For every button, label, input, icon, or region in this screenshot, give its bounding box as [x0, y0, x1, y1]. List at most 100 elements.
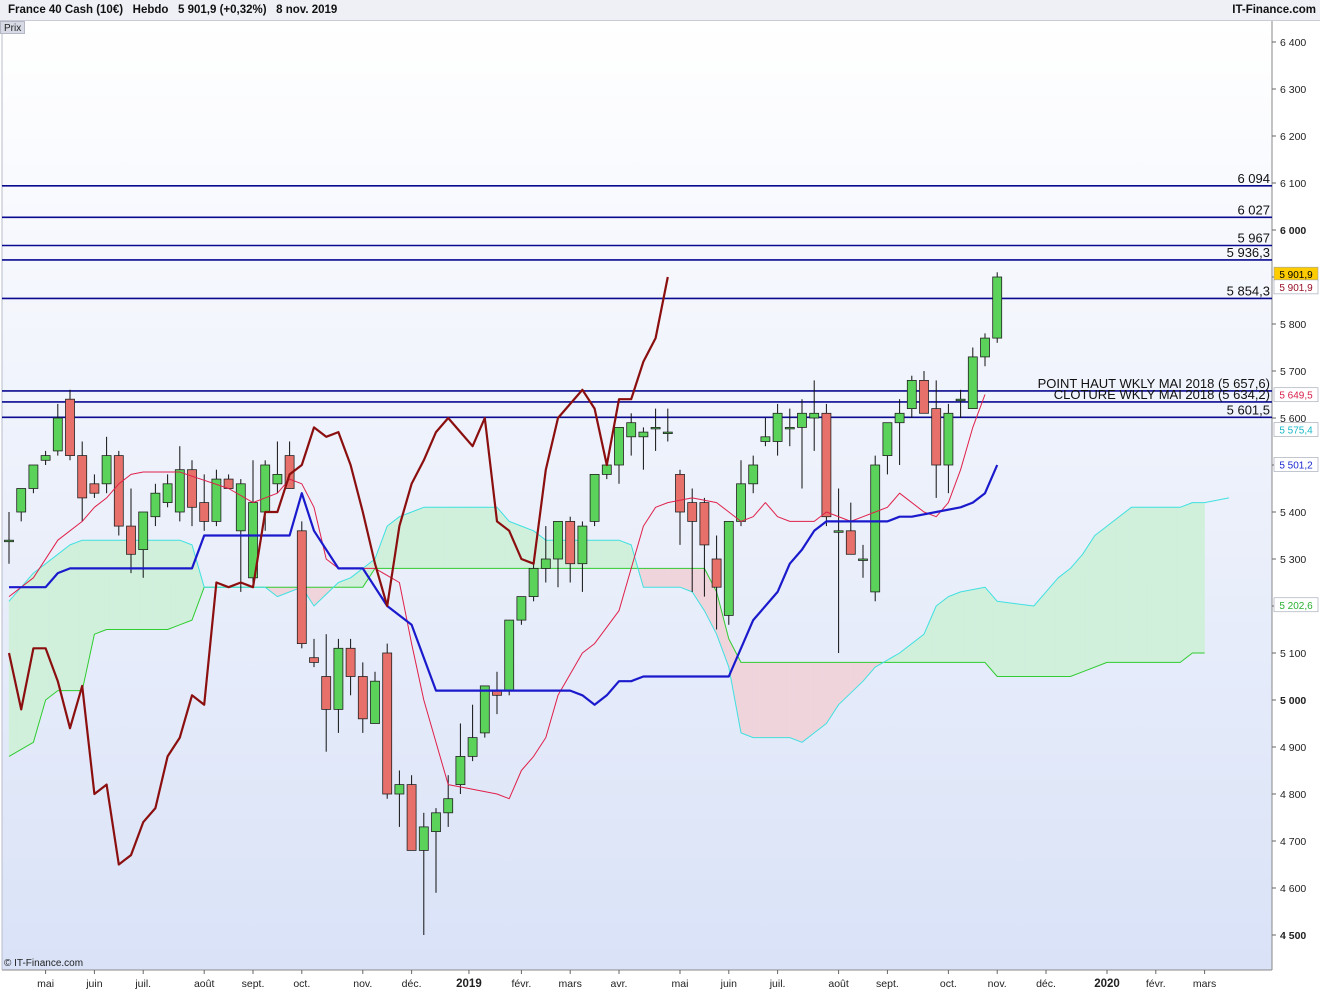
level-label: 5 936,3 [1227, 245, 1270, 260]
cloud-segment [91, 540, 95, 649]
cloud-segment [78, 539, 83, 691]
cloud-segment [588, 540, 592, 569]
cloud-segment [646, 568, 650, 588]
candle-body [101, 455, 112, 485]
level-label: 6 027 [1237, 202, 1270, 217]
cloud-segment [975, 588, 980, 663]
cloud-segment [408, 511, 412, 569]
cloud-segment [14, 590, 19, 754]
cloud-segment [158, 540, 162, 630]
cloud-segment [695, 568, 699, 602]
candle-body [138, 511, 149, 550]
cloud-segment [1183, 504, 1187, 661]
price-tag-label: 5 901,9 [1279, 283, 1313, 294]
level-label: 6 094 [1237, 171, 1270, 186]
cloud-segment [652, 568, 656, 588]
cloud-segment [624, 542, 629, 569]
cloud-segment [1057, 575, 1062, 677]
cloud-segment [597, 540, 601, 569]
candle-body [113, 455, 124, 527]
cloud-segment [1039, 594, 1044, 677]
x-tick-label: sept. [876, 978, 899, 990]
cloud-segment [420, 507, 424, 569]
cloud-segment [1195, 502, 1199, 654]
cloud-segment [939, 600, 943, 663]
cloud-segment [45, 560, 49, 701]
cloud-segment [441, 507, 446, 569]
level-label-group: CLOTURE WKLY MAI 2018 (5 634,2) [1054, 387, 1270, 402]
y-tick-label: 4 800 [1280, 789, 1306, 801]
cloud-segment [740, 662, 745, 735]
candle-body [797, 412, 807, 428]
cloud-segment [1158, 507, 1163, 663]
cloud-segment [69, 543, 74, 691]
candle-body [626, 422, 637, 438]
x-tick-label: mai [672, 978, 689, 990]
cloud-segment [112, 540, 116, 630]
cloud-segment [759, 662, 763, 738]
candle-body [357, 676, 368, 720]
cloud-segment [1149, 507, 1153, 663]
candle-body [333, 647, 344, 710]
candle-body [723, 521, 734, 616]
cloud-segment [621, 541, 626, 569]
cloud-segment [765, 662, 769, 738]
cloud-segment [1146, 507, 1150, 663]
candle-body [235, 483, 246, 532]
y-tick-label: 5 000 [1280, 695, 1306, 707]
candle-body [711, 558, 722, 588]
cloud-segment [1012, 603, 1016, 677]
cloud-segment [1106, 523, 1111, 663]
candle-body [443, 798, 454, 814]
y-tick-label: 4 500 [1280, 930, 1306, 942]
cloud-segment [1073, 560, 1077, 676]
cloud-segment [487, 507, 492, 569]
cloud-segment [100, 540, 104, 633]
cloud-segment [859, 662, 864, 685]
cloud-segment [417, 508, 421, 569]
cloud-segment [609, 540, 614, 569]
cloud-segment [969, 589, 973, 663]
candle-body [882, 422, 893, 457]
candle-body [150, 492, 161, 518]
cloud-segment [960, 591, 964, 663]
cloud-segment [847, 662, 851, 697]
cloud-segment [149, 540, 153, 630]
candle-body [528, 568, 539, 598]
candle-body [406, 784, 417, 851]
cloud-segment [1143, 507, 1147, 663]
cloud-segment [762, 662, 766, 738]
cloud-segment [405, 512, 409, 569]
cloud-segment [1076, 557, 1080, 675]
cloud-segment [829, 662, 833, 720]
x-tick-label: 2020 [1094, 978, 1120, 990]
price-panel-tab[interactable]: Prix [0, 21, 26, 34]
candle-body [967, 356, 978, 409]
cloud-segment [914, 638, 919, 663]
candle-body [553, 521, 563, 560]
cloud-segment [917, 636, 922, 663]
cloud-segment [743, 662, 748, 736]
cloud-segment [667, 568, 672, 588]
cloud-segment [390, 520, 394, 569]
cloud-segment [1176, 507, 1181, 663]
cloud-segment [1033, 601, 1038, 677]
candle-body [65, 398, 75, 457]
cloud-segment [164, 540, 168, 630]
x-tick-label: juil. [134, 978, 151, 990]
cloud-segment [1140, 507, 1144, 663]
cloud-segment [1115, 516, 1120, 663]
cloud-segment [929, 612, 934, 663]
cloud-segment [1179, 505, 1184, 663]
candle-body [382, 652, 393, 795]
x-tick-label: févr. [511, 978, 531, 990]
cloud-segment [1051, 580, 1056, 677]
cloud-segment [179, 539, 184, 626]
candle-body [260, 464, 271, 513]
cloud-segment [780, 662, 784, 738]
candle-body [162, 483, 173, 503]
cloud-segment [1170, 507, 1175, 663]
cloud-segment [817, 662, 821, 731]
cloud-segment [1024, 604, 1028, 677]
cloud-segment [1094, 532, 1099, 668]
